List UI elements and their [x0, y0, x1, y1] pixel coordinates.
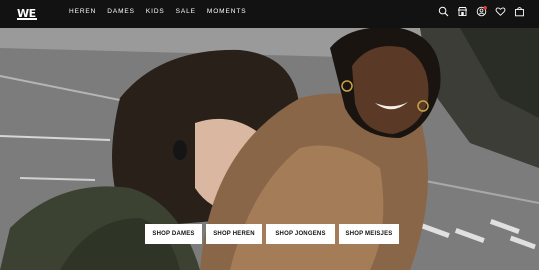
account-icon[interactable] — [476, 6, 487, 17]
header-icons — [438, 6, 525, 17]
heart-icon[interactable] — [495, 6, 506, 17]
shop-meisjes-button[interactable]: SHOP MEISJES — [339, 224, 399, 244]
search-icon[interactable] — [438, 6, 449, 17]
shop-heren-button[interactable]: SHOP HEREN — [206, 224, 262, 244]
nav-item-dames[interactable]: DAMES — [107, 7, 135, 16]
store-icon[interactable] — [457, 6, 468, 17]
top-navigation-bar: WE HEREN DAMES KIDS SALE MOMENTS — [0, 0, 539, 28]
nav-item-sale[interactable]: SALE — [176, 7, 196, 16]
shop-category-buttons: SHOP DAMES SHOP HEREN SHOP JONGENS SHOP … — [145, 224, 399, 244]
nav-item-moments[interactable]: MOMENTS — [207, 7, 247, 16]
main-nav: HEREN DAMES KIDS SALE MOMENTS — [69, 7, 246, 16]
bag-icon[interactable] — [514, 6, 525, 17]
nav-item-kids[interactable]: KIDS — [146, 7, 165, 16]
shop-dames-button[interactable]: SHOP DAMES — [145, 224, 202, 244]
logo-underline — [17, 18, 37, 20]
nav-item-heren[interactable]: HEREN — [69, 7, 96, 16]
shop-jongens-button[interactable]: SHOP JONGENS — [266, 224, 335, 244]
